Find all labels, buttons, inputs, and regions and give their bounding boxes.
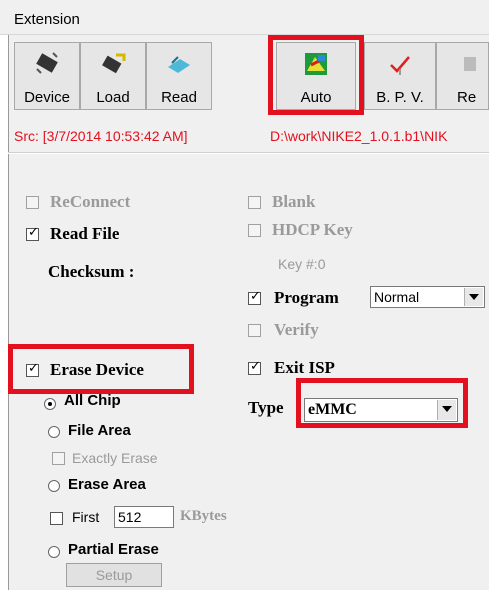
bpv-label: B. P. V. [376, 89, 424, 106]
all-chip-label: All Chip [64, 392, 121, 409]
bpv-check-icon [390, 56, 410, 75]
device-chip-icon [36, 52, 58, 74]
device-button[interactable]: Device [14, 42, 80, 110]
key-number-label: Key #:0 [278, 256, 326, 272]
menu-extension[interactable]: Extension [14, 11, 80, 28]
device-label: Device [24, 89, 70, 106]
type-select[interactable]: eMMC [304, 398, 458, 422]
erase-area-label: Erase Area [68, 476, 146, 493]
first-kbytes-input[interactable]: 512 [114, 506, 174, 528]
reconnect-label: ReConnect [50, 192, 131, 211]
exit-isp-checkbox[interactable]: ✓ [248, 359, 261, 375]
reconnect-checkbox[interactable] [26, 196, 39, 209]
hdcp-key-label: HDCP Key [272, 220, 353, 239]
auto-highlight-box [268, 35, 364, 115]
program-mode-value: Normal [374, 289, 420, 305]
first-checkbox[interactable] [50, 512, 63, 525]
load-label: Load [96, 89, 130, 106]
type-label: Type [248, 398, 284, 417]
partial-erase-radio[interactable] [48, 546, 60, 558]
main-panel [8, 35, 489, 590]
divider [8, 152, 489, 154]
blank-checkbox[interactable] [248, 196, 261, 209]
bpv-button[interactable]: B. P. V. [364, 42, 436, 110]
program-mode-select[interactable]: Normal [370, 286, 485, 308]
hdcp-key-checkbox[interactable] [248, 224, 261, 237]
reload-label: Re [457, 89, 477, 106]
source-path: D:\work\NIKE2_1.0.1.b1\NIK [270, 128, 448, 144]
erase-device-checkbox[interactable]: ✓ [26, 361, 39, 377]
read-icon [168, 56, 190, 73]
checksum-label: Checksum : [48, 262, 135, 281]
exactly-erase-checkbox[interactable] [52, 452, 65, 465]
file-area-label: File Area [68, 422, 131, 439]
all-chip-radio[interactable] [44, 398, 56, 410]
file-area-radio[interactable] [48, 426, 60, 438]
blank-label: Blank [272, 192, 316, 211]
read-file-checkbox[interactable]: ✓ [26, 225, 39, 241]
source-timestamp: Src: [3/7/2014 10:53:42 AM] [14, 128, 188, 144]
chevron-down-icon[interactable] [464, 288, 483, 306]
read-file-label: Read File [50, 224, 120, 243]
partial-erase-label: Partial Erase [68, 541, 159, 558]
load-chip-icon [102, 53, 126, 74]
type-value: eMMC [308, 401, 357, 418]
menu-bar: Extension [0, 0, 489, 35]
verify-label: Verify [274, 320, 319, 339]
reload-icon [463, 57, 476, 71]
erase-area-radio[interactable] [48, 480, 60, 492]
program-label: Program [274, 288, 339, 307]
kbytes-label: KBytes [180, 508, 227, 524]
verify-checkbox[interactable] [248, 324, 261, 337]
reload-button[interactable]: Re [436, 42, 489, 110]
chevron-down-icon[interactable] [437, 400, 456, 420]
read-button[interactable]: Read [146, 42, 212, 110]
program-checkbox[interactable]: ✓ [248, 289, 261, 305]
read-label: Read [161, 89, 197, 106]
exit-isp-label: Exit ISP [274, 358, 335, 377]
load-button[interactable]: Load [80, 42, 146, 110]
exactly-erase-label: Exactly Erase [72, 450, 158, 466]
setup-button[interactable]: Setup [66, 563, 162, 587]
erase-device-label: Erase Device [50, 360, 144, 379]
first-label: First [72, 509, 100, 525]
